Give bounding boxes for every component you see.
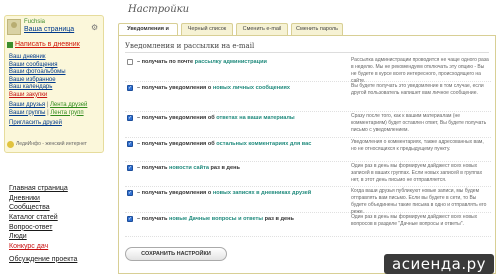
pencil-icon bbox=[7, 41, 13, 48]
sidebar-links: Ваш дневник Ваши сообщения Ваши фотоальб… bbox=[9, 54, 103, 128]
tab-change-email[interactable]: Сменить e-mail bbox=[236, 23, 288, 35]
sidebar-item-calendar[interactable]: Ваш календарь bbox=[9, 84, 103, 92]
setting-label-suffix: раз в день bbox=[263, 216, 294, 222]
setting-row: ✓ – получать уведомления о новых личных с… bbox=[125, 82, 491, 112]
sidebar-item-diary[interactable]: Ваш дневник bbox=[9, 54, 103, 62]
nav-articles[interactable]: Каталог статей bbox=[9, 213, 104, 223]
setting-label-highlight: новости сайта bbox=[169, 165, 209, 171]
nav-discussion[interactable]: Обсуждение проекта bbox=[9, 255, 104, 265]
promo-text: ЛедиИнфо - женский интернет bbox=[16, 141, 87, 147]
nav-home[interactable]: Главная страница bbox=[9, 184, 104, 194]
setting-checkbox[interactable]: ✓ bbox=[127, 85, 133, 91]
sidebar-item-friends-feed[interactable]: Лента друзей bbox=[50, 102, 87, 108]
setting-description: Когда ваши друзья публикуют новые записи… bbox=[351, 188, 487, 215]
page-title: Настройки bbox=[128, 4, 190, 15]
setting-label: – получать уведомления о новых записях в… bbox=[137, 190, 311, 196]
sidebar-item-groups[interactable]: Ваши группы bbox=[9, 110, 45, 116]
setting-label-prefix: – получать уведомления о bbox=[137, 85, 213, 91]
promo-banner[interactable]: ЛедиИнфо - женский интернет bbox=[7, 140, 103, 150]
tab-blacklist[interactable]: Черный список bbox=[181, 23, 233, 35]
sidebar-item-messages[interactable]: Ваши сообщения bbox=[9, 62, 103, 70]
setting-label-prefix: – получать уведомления об bbox=[137, 115, 217, 121]
setting-row: ✓ – получать уведомления об ответах на ва… bbox=[125, 112, 491, 138]
nav-contest[interactable]: Конкурс дач bbox=[9, 242, 104, 252]
user-header: Fuchsia Ваша страница ⚙ bbox=[7, 18, 102, 37]
setting-label-suffix: раз в день bbox=[208, 165, 240, 171]
settings-panel: Уведомления и рассылки на e-mail – получ… bbox=[118, 35, 496, 274]
groups-row: Ваши группы | Лента групп bbox=[9, 110, 103, 118]
ladyinfo-logo-icon bbox=[7, 141, 14, 148]
setting-description: Уведомления о комментариях, также адресо… bbox=[351, 139, 484, 152]
setting-row: – получать по почте рассылку администрац… bbox=[125, 56, 491, 84]
setting-label: – получать уведомления об ответах на ваш… bbox=[137, 115, 295, 121]
setting-label: – получать новые Дачные вопросы и ответы… bbox=[137, 216, 294, 222]
user-name[interactable]: Fuchsia bbox=[24, 19, 45, 25]
setting-label-highlight: новые Дачные вопросы и ответы bbox=[169, 216, 264, 222]
setting-checkbox[interactable] bbox=[127, 59, 133, 65]
setting-description: Вы будете получать это уведомление в том… bbox=[351, 83, 484, 96]
setting-label: – получать по почте рассылку администрац… bbox=[137, 59, 267, 65]
sidebar-item-albums[interactable]: Ваши фотоальбомы bbox=[9, 69, 103, 77]
setting-row: ✓ – получать новые Дачные вопросы и ответ… bbox=[125, 213, 491, 237]
setting-label-highlight: ответах на ваши материалы bbox=[216, 115, 295, 121]
gear-icon[interactable]: ⚙ bbox=[91, 23, 100, 32]
setting-row: ✓ – получать новости сайта раз в день Один… bbox=[125, 162, 491, 187]
setting-checkbox[interactable]: ✓ bbox=[127, 216, 133, 222]
setting-label-prefix: – получать bbox=[137, 165, 170, 171]
setting-description: Сразу после того, как к вашим материалам… bbox=[351, 113, 487, 133]
setting-label-prefix: – получать bbox=[137, 216, 170, 222]
write-to-diary-row[interactable]: Написать в дневник bbox=[7, 41, 80, 50]
setting-row: ✓ – получать уведомления об остальных ком… bbox=[125, 138, 491, 162]
avatar[interactable] bbox=[7, 19, 21, 35]
divider bbox=[125, 52, 489, 53]
nav-people[interactable]: Люди bbox=[9, 232, 104, 242]
setting-checkbox[interactable]: ✓ bbox=[127, 190, 133, 196]
setting-label-prefix: – получать по почте bbox=[137, 59, 195, 65]
main-nav: Главная страница Дневники Сообщества Кат… bbox=[9, 184, 104, 265]
sidebar-item-purchases[interactable]: Ваши закупки bbox=[9, 92, 103, 100]
setting-description: Рассылка администрации проводится не чащ… bbox=[351, 57, 489, 84]
your-page-link[interactable]: Ваша страница bbox=[24, 26, 74, 33]
setting-label-highlight: новых записях в дневниках друзей bbox=[212, 190, 312, 196]
setting-checkbox[interactable]: ✓ bbox=[127, 115, 133, 121]
setting-label-prefix: – получать уведомления об bbox=[137, 141, 217, 147]
sidebar-item-groups-feed[interactable]: Лента групп bbox=[50, 110, 83, 116]
friends-row: Ваши друзья | Лента друзей bbox=[9, 102, 103, 110]
setting-label-highlight: рассылку администрации bbox=[194, 59, 267, 65]
save-settings-button[interactable]: СОХРАНИТЬ НАСТРОЙКИ bbox=[125, 247, 227, 261]
setting-description: Один раз в день мы формируем дайджест вс… bbox=[351, 163, 483, 183]
setting-description: Один раз в день мы формируем дайджест вс… bbox=[351, 214, 478, 227]
nav-diaries[interactable]: Дневники bbox=[9, 194, 104, 204]
setting-checkbox[interactable]: ✓ bbox=[127, 165, 133, 171]
nav-communities[interactable]: Сообщества bbox=[9, 203, 104, 213]
panel-title: Уведомления и рассылки на e-mail bbox=[125, 42, 255, 50]
setting-label: – получать уведомления об остальных комм… bbox=[137, 141, 311, 147]
setting-row: ✓ – получать уведомления о новых записях … bbox=[125, 187, 491, 215]
nav-qa[interactable]: Вопрос-ответ bbox=[9, 223, 104, 233]
sidebar-item-friends[interactable]: Ваши друзья bbox=[9, 102, 45, 108]
setting-checkbox[interactable]: ✓ bbox=[127, 141, 133, 147]
write-diary-link[interactable]: Написать в дневник bbox=[15, 41, 80, 48]
setting-label-highlight: остальных комментариях для вас bbox=[216, 141, 312, 147]
watermark: асиенда.ру bbox=[384, 254, 494, 274]
sidebar-item-invite[interactable]: Пригласить друзей bbox=[9, 120, 103, 128]
tab-change-password[interactable]: Сменить пароль bbox=[291, 23, 343, 35]
setting-label-highlight: новых личных сообщениях bbox=[212, 85, 290, 91]
setting-label: – получать уведомления о новых личных со… bbox=[137, 85, 290, 91]
setting-label: – получать новости сайта раз в день bbox=[137, 165, 240, 171]
setting-label-prefix: – получать уведомления о bbox=[137, 190, 213, 196]
user-sidebar: Fuchsia Ваша страница ⚙ Написать в дневн… bbox=[4, 15, 104, 153]
sidebar-item-favorites[interactable]: Ваше избранное bbox=[9, 77, 103, 85]
